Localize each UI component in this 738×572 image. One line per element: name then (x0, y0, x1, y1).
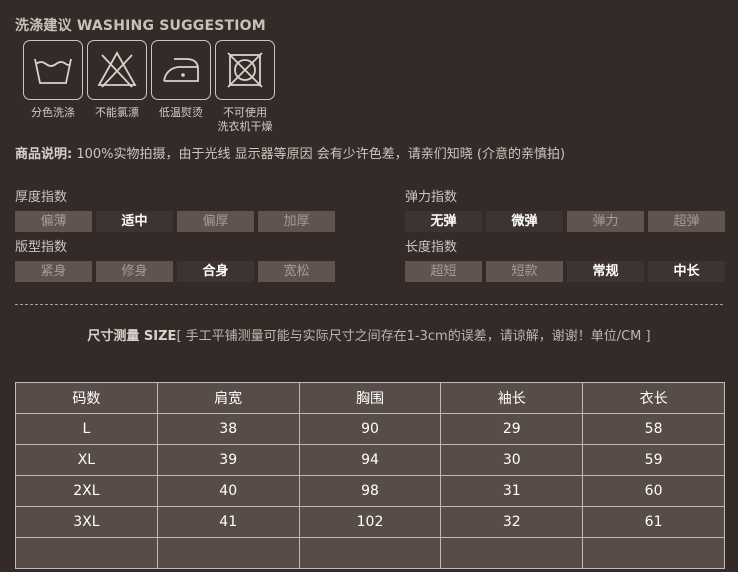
length-option: 超短 (405, 261, 482, 282)
fit-option: 宽松 (258, 261, 335, 282)
table-cell: 39 (156, 444, 300, 476)
table-cell: 29 (440, 413, 584, 445)
low-iron-icon (151, 40, 211, 100)
thickness-option: 偏厚 (177, 211, 254, 232)
wash-icons-row: 分色洗涤 不能氯漂 低温熨烫 不可使用 洗衣机干燥 (22, 40, 278, 134)
table-row: L 38 90 29 58 (15, 413, 725, 445)
wash-item-separate: 分色洗涤 (22, 40, 84, 134)
thickness-index: 厚度指数 偏薄 适中 偏厚 加厚 (15, 190, 339, 232)
table-cell: 31 (440, 475, 584, 507)
table-cell (156, 537, 300, 569)
table-cell: 58 (582, 413, 725, 445)
elasticity-option-selected: 无弹 (405, 211, 482, 232)
table-cell: 94 (298, 444, 442, 476)
length-option-selected: 中长 (648, 261, 725, 282)
table-row (15, 537, 725, 569)
table-cell: 61 (582, 506, 725, 538)
page-title: 洗涤建议 WASHING SUGGESTIOM (15, 18, 266, 34)
length-option: 短款 (486, 261, 563, 282)
wash-item-no-bleach: 不能氯漂 (86, 40, 148, 134)
table-cell (440, 537, 584, 569)
table-cell (582, 537, 725, 569)
wash-label: 不可使用 洗衣机干燥 (217, 106, 273, 133)
size-note-text: [ 手工平铺测量可能与实际尺寸之间存在1-3cm的误差，请谅解，谢谢！单位/CM… (176, 329, 651, 344)
product-note: 商品说明: 100%实物拍摄，由于光线 显示器等原因 会有少许色差，请亲们知晓 … (15, 143, 565, 162)
table-cell: 2XL (15, 475, 158, 507)
column-header: 肩宽 (156, 382, 300, 414)
wash-item-no-tumble-dry: 不可使用 洗衣机干燥 (214, 40, 276, 134)
table-cell: 41 (156, 506, 300, 538)
table-row: 3XL 41 102 32 61 (15, 506, 725, 538)
wash-label: 不能氯漂 (95, 106, 139, 119)
note-text: 100%实物拍摄，由于光线 显示器等原因 会有少许色差，请亲们知晓 (介意的亲慎… (72, 147, 566, 162)
index-title: 弹力指数 (405, 190, 458, 205)
table-cell: XL (15, 444, 158, 476)
wash-item-low-iron: 低温熨烫 (150, 40, 212, 134)
table-cell: 32 (440, 506, 584, 538)
table-cell: 59 (582, 444, 725, 476)
thickness-option-selected: 适中 (96, 211, 173, 232)
no-tumble-dry-icon (215, 40, 275, 100)
index-title: 版型指数 (15, 240, 68, 255)
wash-label: 分色洗涤 (31, 106, 75, 119)
table-cell: 30 (440, 444, 584, 476)
table-cell: L (15, 413, 158, 445)
column-header: 码数 (15, 382, 158, 414)
table-cell: 40 (156, 475, 300, 507)
size-note: 尺寸测量 SIZE[ 手工平铺测量可能与实际尺寸之间存在1-3cm的误差，请谅解… (0, 325, 738, 344)
fit-option: 修身 (96, 261, 173, 282)
index-title: 厚度指数 (15, 190, 68, 205)
table-row: XL 39 94 30 59 (15, 444, 725, 476)
column-header: 胸围 (298, 382, 442, 414)
table-header-row: 码数 肩宽 胸围 袖长 衣长 (15, 382, 725, 414)
wash-label: 低温熨烫 (159, 106, 203, 119)
note-label: 商品说明: (15, 147, 73, 162)
table-cell: 98 (298, 475, 442, 507)
column-header: 袖长 (440, 382, 584, 414)
length-option-selected: 常规 (567, 261, 644, 282)
table-cell (15, 537, 158, 569)
elasticity-option: 超弹 (648, 211, 725, 232)
elasticity-index: 弹力指数 无弹 微弹 弹力 超弹 (405, 190, 729, 232)
fit-option: 紧身 (15, 261, 92, 282)
column-header: 衣长 (582, 382, 725, 414)
elasticity-option: 弹力 (567, 211, 644, 232)
table-cell: 90 (298, 413, 442, 445)
size-table: 码数 肩宽 胸围 袖长 衣长 L 38 90 29 58 XL 39 94 30… (15, 382, 725, 569)
length-index: 长度指数 超短 短款 常规 中长 (405, 240, 729, 282)
thickness-option: 加厚 (258, 211, 335, 232)
fit-index: 版型指数 紧身 修身 合身 宽松 (15, 240, 339, 282)
table-cell: 3XL (15, 506, 158, 538)
elasticity-option-selected: 微弹 (486, 211, 563, 232)
thickness-option: 偏薄 (15, 211, 92, 232)
index-title: 长度指数 (405, 240, 458, 255)
no-bleach-icon (87, 40, 147, 100)
table-cell: 102 (298, 506, 442, 538)
table-cell: 60 (582, 475, 725, 507)
wash-basin-icon (23, 40, 83, 100)
table-cell: 38 (156, 413, 300, 445)
table-row: 2XL 40 98 31 60 (15, 475, 725, 507)
dashed-divider (15, 304, 723, 305)
fit-option-selected: 合身 (177, 261, 254, 282)
table-cell (298, 537, 442, 569)
size-note-label: 尺寸测量 SIZE (87, 329, 177, 344)
